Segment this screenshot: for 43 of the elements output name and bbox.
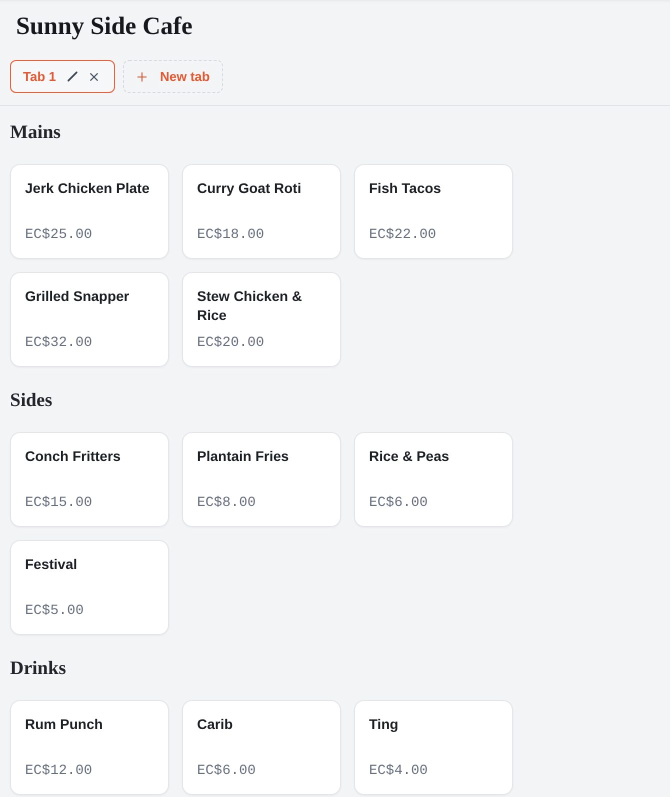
item-price: EC$20.00: [197, 334, 266, 353]
close-icon[interactable]: [89, 72, 99, 82]
item-price: EC$25.00: [25, 226, 94, 245]
menu-item-card[interactable]: Plantain Fries EC$8.00: [182, 432, 341, 527]
menu-item-card[interactable]: Curry Goat Roti EC$18.00: [182, 164, 341, 259]
section-heading: Mains: [10, 121, 62, 145]
item-name: Curry Goat Roti: [197, 179, 302, 198]
item-name: Grilled Snapper: [25, 287, 130, 306]
menu-item-card[interactable]: Grilled Snapper EC$32.00: [10, 272, 169, 367]
menu-item-card[interactable]: Stew Chicken & Rice EC$20.00: [182, 272, 341, 367]
menu-item-card[interactable]: Fish Tacos EC$22.00: [354, 164, 513, 259]
menu-item-card[interactable]: Rum Punch EC$12.00: [10, 700, 169, 795]
pencil-icon[interactable]: [67, 71, 78, 82]
item-price: EC$6.00: [369, 494, 429, 513]
item-price: EC$22.00: [369, 226, 438, 245]
menu-item-card[interactable]: Rice & Peas EC$6.00: [354, 432, 513, 527]
item-name: Conch Fritters: [25, 447, 122, 466]
item-name: Stew Chicken & Rice: [197, 287, 304, 325]
item-price: EC$4.00: [369, 762, 429, 781]
item-name: Fish Tacos: [369, 179, 442, 198]
item-price: EC$32.00: [25, 334, 94, 353]
item-name: Carib: [197, 715, 234, 734]
item-price: EC$8.00: [197, 494, 257, 513]
item-name: Rum Punch: [25, 715, 104, 734]
plus-icon: [137, 72, 147, 82]
menu-item-card[interactable]: Festival EC$5.00: [10, 540, 169, 635]
item-price: EC$5.00: [25, 602, 85, 621]
item-price: EC$18.00: [197, 226, 266, 245]
section-heading: Drinks: [10, 657, 67, 681]
menu-item-card[interactable]: Conch Fritters EC$15.00: [10, 432, 169, 527]
item-name: Rice & Peas: [369, 447, 450, 466]
item-name: Jerk Chicken Plate: [25, 179, 151, 198]
item-price: EC$12.00: [25, 762, 94, 781]
item-price: EC$6.00: [197, 762, 257, 781]
item-name: Ting: [369, 715, 400, 734]
menu-item-card[interactable]: Carib EC$6.00: [182, 700, 341, 795]
item-name: Plantain Fries: [197, 447, 290, 466]
item-price: EC$15.00: [25, 494, 94, 513]
cafe-title: Sunny Side Cafe: [16, 12, 194, 42]
section-heading: Sides: [10, 389, 54, 413]
menu-item-card[interactable]: Ting EC$4.00: [354, 700, 513, 795]
menu-item-card[interactable]: Jerk Chicken Plate EC$25.00: [10, 164, 169, 259]
item-name: Festival: [25, 555, 78, 574]
